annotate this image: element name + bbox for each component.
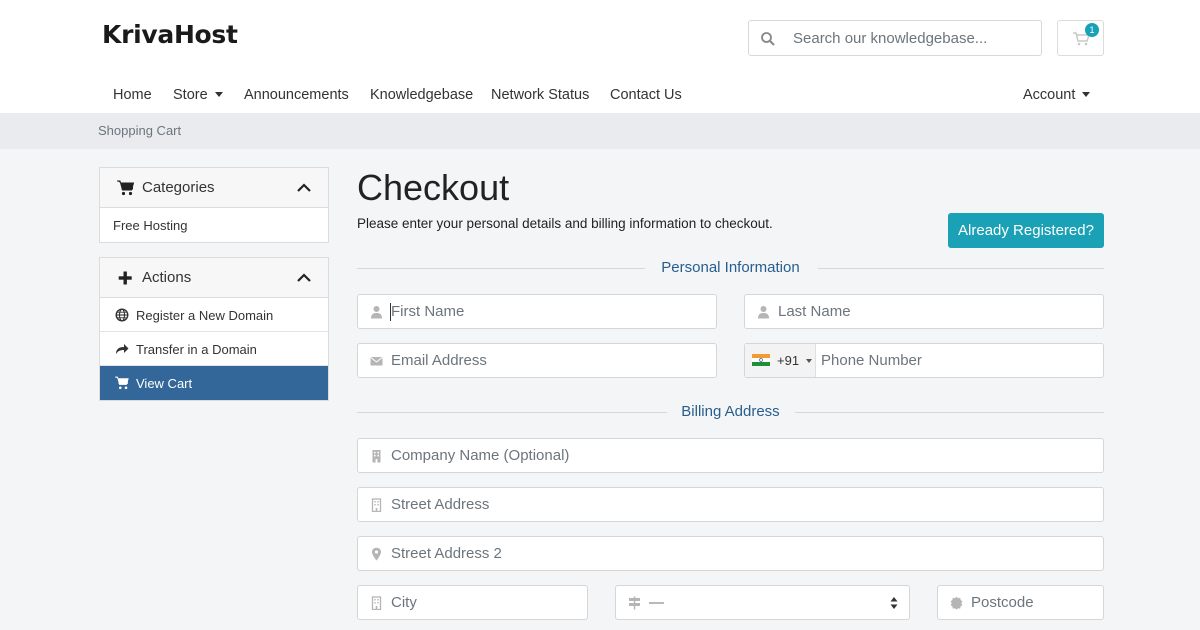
cart-count-badge: 1 [1085,23,1099,37]
nav-account[interactable]: Account [1023,87,1091,103]
nav-account-label: Account [1023,87,1076,103]
email-placeholder: Email Address [391,352,487,369]
nav-announcements[interactable]: Announcements [244,87,349,103]
breadcrumb-bar: Shopping Cart [0,113,1200,149]
street-address-2-placeholder: Street Address 2 [391,545,502,562]
chevron-up-icon[interactable] [297,182,311,192]
search-icon [761,32,775,46]
actions-panel: Actions Register a New Domain Transfer i… [99,257,329,401]
signpost-icon [629,596,640,610]
knowledgebase-search-input[interactable]: Search our knowledgebase... [748,20,1042,56]
envelope-icon [370,357,383,366]
phone-field[interactable]: +91 Phone Number [744,343,1104,378]
first-name-field[interactable]: First Name [357,294,717,329]
billing-address-separator: Billing Address [357,402,1104,422]
personal-info-separator: Personal Information [357,258,1104,278]
divider [818,268,1104,269]
categories-title: Categories [142,179,215,196]
user-icon [758,306,769,319]
share-icon [116,344,129,354]
main-nav: Home Store Announcements Knowledgebase N… [0,87,1200,105]
already-registered-button[interactable]: Already Registered? [948,213,1104,248]
nav-store-label: Store [173,87,208,103]
caret-down-icon [806,359,812,363]
street-address-2-field[interactable]: Street Address 2 [357,536,1104,571]
plus-icon [118,271,132,285]
sidebar-item-label: Free Hosting [113,218,188,233]
cart-button[interactable]: 1 [1057,20,1104,56]
nav-store[interactable]: Store [173,87,223,103]
actions-title: Actions [142,269,192,286]
company-name-placeholder: Company Name (Optional) [391,447,570,464]
site-logo[interactable]: KrivaHost [102,20,238,49]
page-subtitle: Please enter your personal details and b… [357,216,773,231]
first-name-placeholder: First Name [391,303,465,320]
nav-knowledgebase[interactable]: Knowledgebase [370,87,473,103]
sidebar-item-view-cart[interactable]: View Cart [100,366,328,400]
top-header: KrivaHost Search our knowledgebase... 1 … [0,0,1200,113]
country-code: +91 [777,353,800,368]
map-marker-icon [372,547,381,561]
divider [795,412,1104,413]
building-icon [371,596,382,610]
chevron-down-icon [1082,91,1091,97]
nav-network-status[interactable]: Network Status [491,87,589,103]
city-placeholder: City [391,594,417,611]
breadcrumb: Shopping Cart [98,123,182,138]
chevron-down-icon [214,91,223,97]
postcode-placeholder: Postcode [971,594,1034,611]
company-name-field[interactable]: Company Name (Optional) [357,438,1104,473]
building-icon [371,498,382,512]
certificate-icon [950,596,963,610]
sidebar-item-label: Transfer in a Domain [136,342,257,357]
city-field[interactable]: City [357,585,588,620]
chevron-up-icon[interactable] [297,272,311,282]
categories-panel: Categories Free Hosting [99,167,329,243]
search-placeholder: Search our knowledgebase... [793,30,988,47]
country-code-selector[interactable]: +91 [745,344,816,377]
cart-icon [117,180,134,196]
last-name-placeholder: Last Name [778,303,851,320]
nav-home[interactable]: Home [113,87,152,103]
page-title: Checkout [357,167,510,208]
postcode-field[interactable]: Postcode [937,585,1104,620]
select-arrows-icon [890,597,898,609]
sidebar-item-free-hosting[interactable]: Free Hosting [100,208,328,242]
india-flag-icon [752,354,770,366]
state-selected-value: — [649,594,664,611]
sidebar-item-transfer-domain[interactable]: Transfer in a Domain [100,332,328,366]
last-name-field[interactable]: Last Name [744,294,1104,329]
street-address-field[interactable]: Street Address [357,487,1104,522]
state-select[interactable]: — [615,585,910,620]
cart-icon [115,376,129,390]
user-icon [371,306,382,319]
globe-icon [115,308,129,322]
sidebar-item-register-domain[interactable]: Register a New Domain [100,298,328,332]
phone-placeholder: Phone Number [821,352,922,369]
actions-panel-header[interactable]: Actions [100,258,328,298]
nav-contact-us[interactable]: Contact Us [610,87,682,103]
categories-panel-header[interactable]: Categories [100,168,328,208]
email-field[interactable]: Email Address [357,343,717,378]
street-address-placeholder: Street Address [391,496,490,513]
building-icon [372,450,381,463]
sidebar-item-label: View Cart [136,376,193,391]
sidebar-item-label: Register a New Domain [136,308,274,323]
